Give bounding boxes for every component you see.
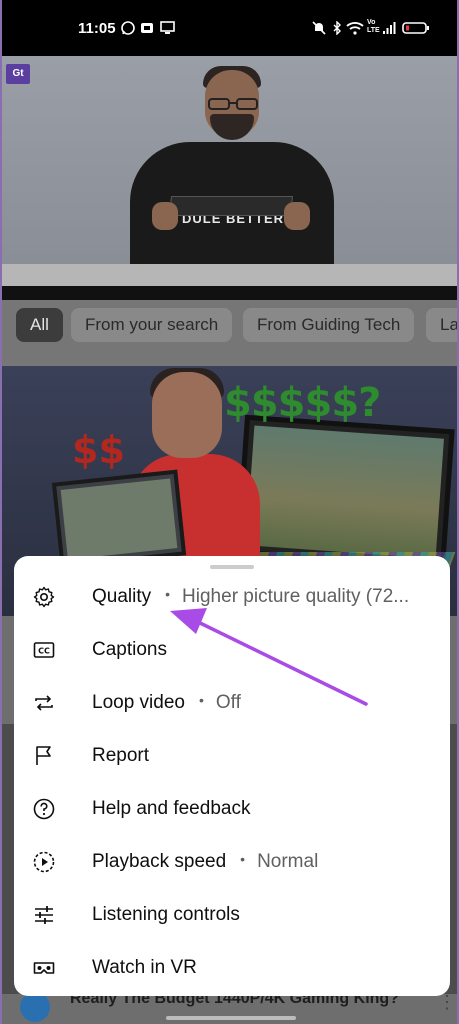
channel-logo: Gt — [6, 64, 30, 84]
budget-laptop-image — [51, 469, 187, 569]
chip-all[interactable]: All — [16, 308, 63, 342]
thumbnail-text-small: $$ — [72, 428, 125, 472]
menu-item-playback-speed[interactable]: Playback speed • Normal — [14, 836, 450, 889]
drag-handle[interactable] — [210, 565, 254, 569]
separator-dot: • — [240, 851, 246, 867]
settings-bottom-sheet: Quality • Higher picture quality (72... CC… — [14, 556, 450, 996]
menu-value: Normal — [257, 851, 319, 872]
menu-item-help-and-feedback[interactable]: Help and feedback — [14, 783, 450, 836]
chip-partial[interactable]: La — [426, 308, 457, 342]
menu-label: Quality — [92, 586, 152, 607]
app-frame: 11:05 Vo LTE Gt DULE BETTER All From you… — [2, 0, 457, 1024]
channel-avatar[interactable] — [20, 992, 50, 1022]
menu-label: Report — [92, 745, 150, 766]
network-label: Vo LTE — [367, 19, 380, 34]
gear-icon — [33, 586, 55, 608]
device-in-hands — [168, 196, 294, 216]
help-icon — [33, 798, 55, 820]
menu-item-loop-video[interactable]: Loop video • Off — [14, 677, 450, 730]
bluetooth-icon — [333, 21, 341, 35]
battery-icon — [402, 22, 429, 34]
status-bar: 11:05 Vo LTE — [2, 0, 457, 56]
playback-speed-icon — [33, 851, 55, 873]
menu-label: Playback speed — [92, 851, 227, 872]
notification-icon — [141, 23, 153, 33]
gaming-laptop-image — [235, 414, 455, 570]
filter-chips: All From your search From Guiding Tech L… — [2, 300, 457, 362]
signal-icon — [383, 22, 396, 34]
thumbnail-text-large: $$$$$? — [224, 380, 381, 426]
cc-icon: CC — [33, 642, 55, 658]
vr-icon — [33, 962, 55, 974]
menu-item-captions[interactable]: CC Captions — [14, 624, 450, 677]
separator-dot: • — [165, 586, 171, 602]
menu-item-quality[interactable]: Quality • Higher picture quality (72... — [14, 571, 450, 624]
home-indicator — [166, 1016, 296, 1020]
mute-icon — [312, 21, 326, 35]
whatsapp-icon — [121, 21, 135, 35]
flag-icon — [36, 746, 51, 765]
menu-item-report[interactable]: Report — [14, 730, 450, 783]
menu-label: Captions — [92, 639, 167, 660]
menu-item-listening-controls[interactable]: Listening controls — [14, 889, 450, 942]
menu-value: Off — [215, 692, 241, 713]
loop-icon — [35, 695, 53, 711]
clock: 11:05 — [78, 20, 116, 37]
presenter-face — [152, 372, 222, 458]
chip-from-your-search[interactable]: From your search — [71, 308, 233, 342]
svg-text:CC: CC — [38, 647, 50, 656]
glasses — [208, 98, 258, 110]
menu-item-watch-in-vr[interactable]: Watch in VR — [14, 942, 450, 995]
video-player[interactable]: Gt DULE BETTER — [2, 56, 457, 300]
wifi-icon — [346, 22, 364, 35]
menu-label: Help and feedback — [92, 798, 251, 819]
sliders-icon — [35, 906, 53, 924]
separator-dot: • — [198, 692, 204, 708]
menu-label: Loop video — [92, 692, 185, 713]
menu-label: Watch in VR — [92, 957, 197, 978]
menu-value: Higher picture quality (72... — [182, 586, 410, 607]
menu-label: Listening controls — [92, 904, 240, 925]
chip-from-guiding-tech[interactable]: From Guiding Tech — [243, 308, 415, 342]
screen-icon — [160, 21, 175, 34]
